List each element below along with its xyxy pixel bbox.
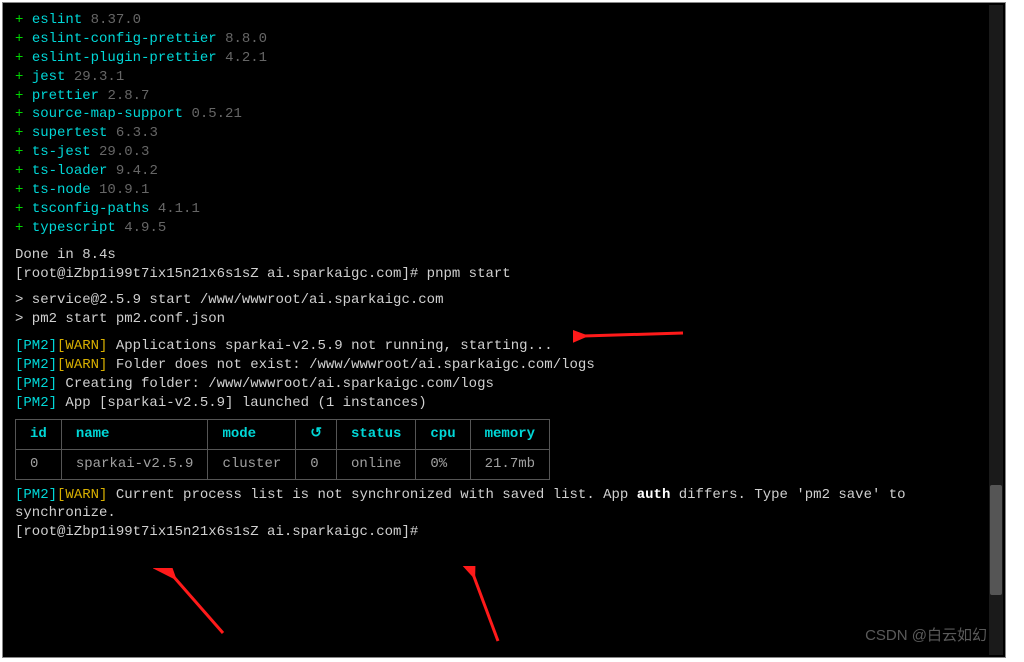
cell-cpu: 0% [416,449,470,479]
start-line: > service@2.5.9 start /www/wwwroot/ai.sp… [15,291,993,310]
pm2-line: [PM2] Creating folder: /www/wwwroot/ai.s… [15,375,993,394]
pm2-line: [PM2][WARN] Folder does not exist: /www/… [15,356,993,375]
prompt-text: [root@iZbp1i99t7ix15n21x6s1sZ ai.sparkai… [15,266,427,282]
package-line: + ts-jest 29.0.3 [15,143,993,162]
package-install-list: + eslint 8.37.0+ eslint-config-prettier … [15,11,993,238]
terminal-output[interactable]: + eslint 8.37.0+ eslint-config-prettier … [3,3,1005,657]
pm2-line: [PM2] App [sparkai-v2.5.9] launched (1 i… [15,394,993,413]
pm2-final-warn: [PM2][WARN] Current process list is not … [15,486,993,524]
package-line: + eslint 8.37.0 [15,11,993,30]
package-line: + eslint-plugin-prettier 4.2.1 [15,49,993,68]
table-header-row: idnamemode↺statuscpumemory [16,419,550,449]
cell-memory: 21.7mb [470,449,549,479]
cell-status: online [336,449,415,479]
package-line: + tsconfig-paths 4.1.1 [15,200,993,219]
package-line: + eslint-config-prettier 8.8.0 [15,30,993,49]
package-line: + jest 29.3.1 [15,68,993,87]
package-line: + prettier 2.8.7 [15,87,993,106]
table-header-mode: mode [208,419,296,449]
pm2-process-table: idnamemode↺statuscpumemory 0sparkai-v2.5… [15,419,550,480]
start-line: > pm2 start pm2.conf.json [15,310,993,329]
table-header-cpu: cpu [416,419,470,449]
terminal-window: + eslint 8.37.0+ eslint-config-prettier … [2,2,1006,658]
prompt-text-2: [root@iZbp1i99t7ix15n21x6s1sZ ai.sparkai… [15,524,418,540]
table-header-memory: memory [470,419,549,449]
pm2-line: [PM2][WARN] Applications sparkai-v2.5.9 … [15,337,993,356]
package-line: + supertest 6.3.3 [15,124,993,143]
warn-pre: Current process list is not synchronized… [116,487,637,503]
package-line: + ts-node 10.9.1 [15,181,993,200]
table-header-↺: ↺ [296,419,337,449]
table-header-id: id [16,419,62,449]
table-header-name: name [61,419,208,449]
table-row: 0sparkai-v2.5.9cluster0online0%21.7mb [16,449,550,479]
scrollbar-thumb[interactable] [990,485,1002,595]
cell-name: sparkai-v2.5.9 [61,449,208,479]
npm-start-output: > service@2.5.9 start /www/wwwroot/ai.sp… [15,291,993,329]
command: pnpm start [427,266,511,282]
cell-restart: 0 [296,449,337,479]
cell-mode: cluster [208,449,296,479]
shell-prompt-line-1: [root@iZbp1i99t7ix15n21x6s1sZ ai.sparkai… [15,265,993,284]
package-line: + typescript 4.9.5 [15,219,993,238]
table-header-status: status [336,419,415,449]
pm2-log-output: [PM2][WARN] Applications sparkai-v2.5.9 … [15,337,993,413]
package-line: + ts-loader 9.4.2 [15,162,993,181]
done-line: Done in 8.4s [15,246,993,265]
cell-id: 0 [16,449,62,479]
shell-prompt-line-2[interactable]: [root@iZbp1i99t7ix15n21x6s1sZ ai.sparkai… [15,523,993,542]
package-line: + source-map-support 0.5.21 [15,105,993,124]
warn-bold: auth [637,487,671,503]
scrollbar-track[interactable] [989,5,1003,655]
